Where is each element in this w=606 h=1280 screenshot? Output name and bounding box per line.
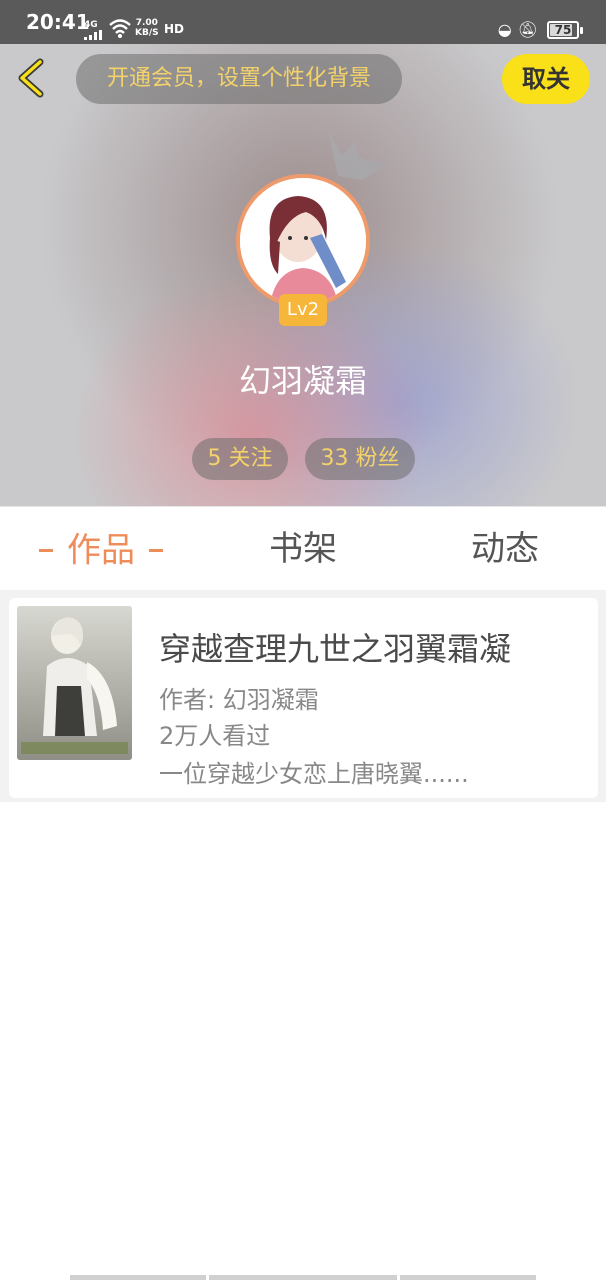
level-badge: Lv2 xyxy=(279,294,327,326)
wifi-icon xyxy=(109,19,131,38)
following-count[interactable]: 5 关注 xyxy=(192,438,288,480)
battery-tip xyxy=(580,27,583,34)
tab-label: 作品 xyxy=(67,530,135,571)
mute-icon: 🔕︎ xyxy=(517,20,544,39)
vip-background-banner[interactable]: 开通会员，设置个性化背景 xyxy=(76,54,402,104)
tab-active-indicator-left xyxy=(39,549,53,552)
signal-icon xyxy=(84,30,102,40)
status-bar: 20:41 4G 7.00 KB/S HD ◒🔕︎ 75 xyxy=(0,0,606,44)
avatar-image xyxy=(240,178,366,304)
book-title[interactable]: 穿越查理九世之羽翼霜凝 xyxy=(159,624,511,670)
speed-value: 7.00 xyxy=(135,18,158,28)
unfollow-button[interactable]: 取关 xyxy=(502,54,590,104)
status-right-icons: ◒🔕︎ xyxy=(498,20,544,39)
network-type: 4G xyxy=(84,20,98,30)
book-readers: 2万人看过 xyxy=(159,722,271,750)
username: 幻羽凝霜 xyxy=(238,362,367,400)
profile-tabs: 作品 书架 动态 xyxy=(0,506,606,590)
status-time: 20:41 xyxy=(26,10,90,34)
indicator-segment xyxy=(70,1275,206,1280)
data-saver-icon: ◒ xyxy=(497,20,518,39)
fans-count[interactable]: 33 粉丝 xyxy=(305,438,415,480)
indicator-segment xyxy=(400,1275,536,1280)
back-button[interactable] xyxy=(12,56,54,100)
profile-header: 开通会员，设置个性化背景 取关 Lv2 幻羽凝霜 5 关注 33 粉丝 xyxy=(0,44,606,506)
works-list: 穿越查理九世之羽翼霜凝 作者: 幻羽凝霜 2万人看过 一位穿越少女恋上唐晓翼..… xyxy=(0,590,606,802)
battery-level: 75 xyxy=(554,23,572,37)
battery-indicator: 75 xyxy=(547,21,579,39)
network-speed: 7.00 KB/S xyxy=(135,18,159,38)
avatar[interactable] xyxy=(236,174,370,308)
bottom-indicator-bar xyxy=(70,1275,536,1280)
hd-indicator: HD xyxy=(164,22,185,36)
book-cover[interactable] xyxy=(17,606,132,760)
indicator-segment xyxy=(209,1275,397,1280)
tab-activity[interactable]: 动态 xyxy=(404,507,606,591)
book-cover-image xyxy=(17,606,132,760)
book-description: 一位穿越少女恋上唐晓翼...... xyxy=(159,760,469,788)
tab-active-indicator-right xyxy=(149,549,163,552)
tab-bookshelf[interactable]: 书架 xyxy=(202,507,404,591)
list-item[interactable]: 穿越查理九世之羽翼霜凝 作者: 幻羽凝霜 2万人看过 一位穿越少女恋上唐晓翼..… xyxy=(9,598,598,798)
tab-works[interactable]: 作品 xyxy=(0,507,202,591)
book-author: 作者: 幻羽凝霜 xyxy=(159,686,319,714)
chevron-left-icon xyxy=(18,58,44,98)
speed-unit: KB/S xyxy=(135,28,159,38)
